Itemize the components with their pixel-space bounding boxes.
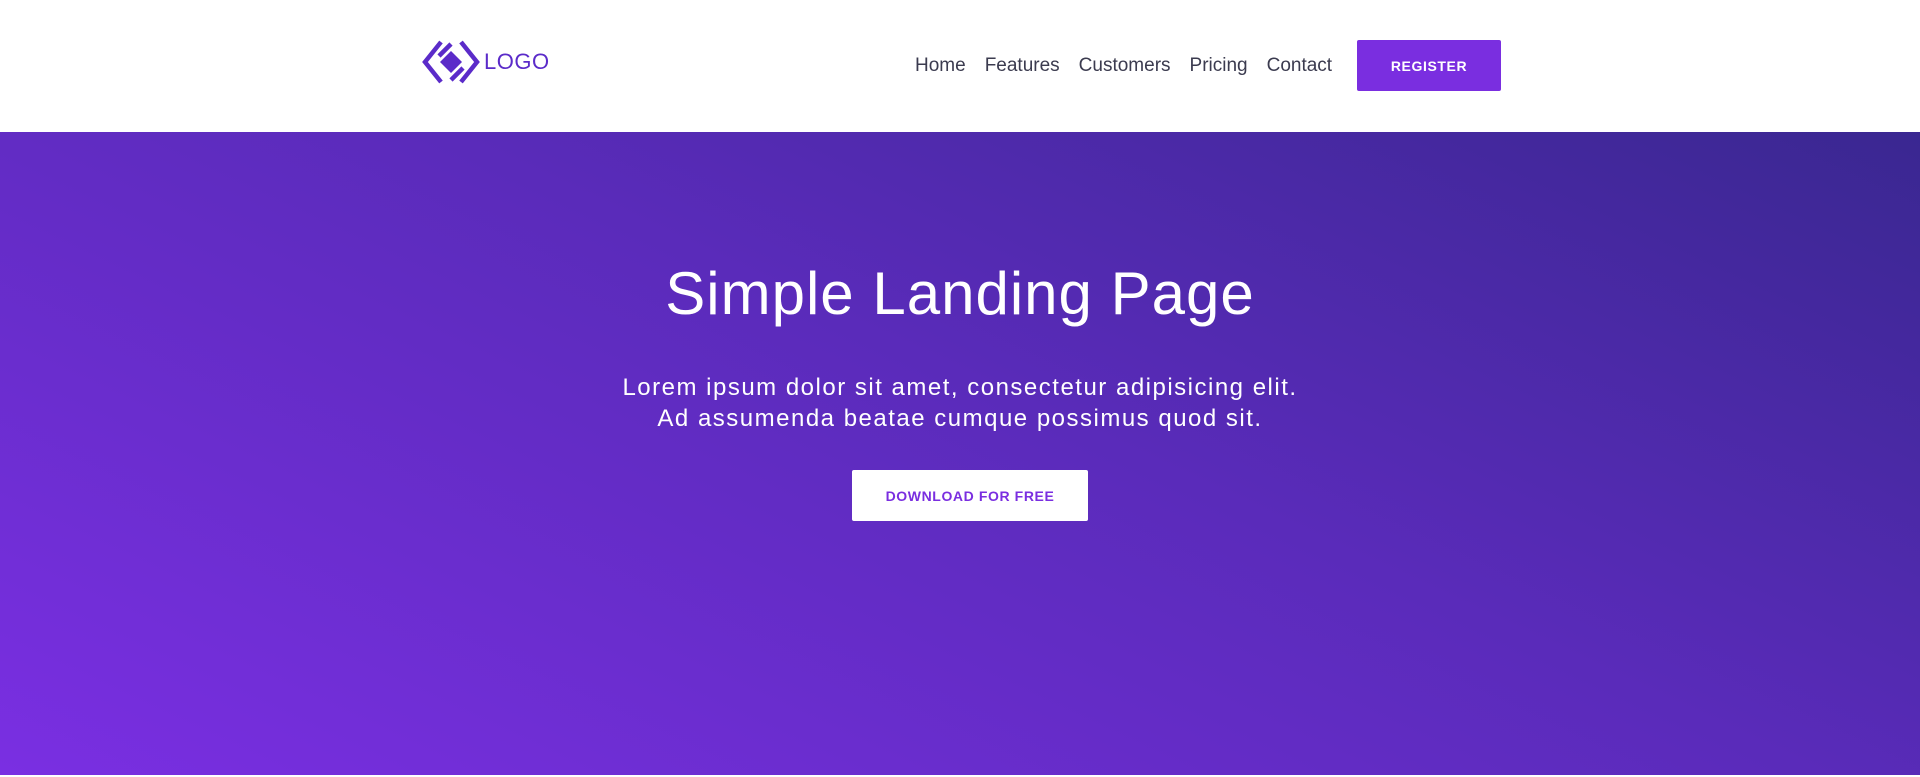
- nav-item-contact[interactable]: Contact: [1267, 54, 1332, 78]
- nav-item-customers[interactable]: Customers: [1079, 54, 1171, 78]
- nav-item-home[interactable]: Home: [915, 54, 966, 78]
- logo-text: LOGO: [484, 49, 550, 74]
- download-button[interactable]: DOWNLOAD FOR FREE: [852, 470, 1088, 521]
- logo-link[interactable]: LOGO: [422, 40, 550, 84]
- site-header: LOGO Home Features Customers Pricing Con…: [0, 0, 1920, 132]
- main-nav: Home Features Customers Pricing Contact: [915, 54, 1332, 78]
- hero-subtitle: Lorem ipsum dolor sit amet, consectetur …: [0, 372, 1920, 434]
- register-button[interactable]: REGISTER: [1357, 40, 1501, 91]
- hero-section: Simple Landing Page Lorem ipsum dolor si…: [0, 132, 1920, 775]
- hero-subtitle-line-2: Ad assumenda beatae cumque possimus quod…: [657, 405, 1263, 432]
- hero-title: Simple Landing Page: [665, 260, 1255, 327]
- nav-item-pricing[interactable]: Pricing: [1190, 54, 1248, 78]
- nav-item-features[interactable]: Features: [985, 54, 1060, 78]
- hero-subtitle-line-1: Lorem ipsum dolor sit amet, consectetur …: [622, 374, 1298, 401]
- diamond-logo-icon: [422, 40, 480, 84]
